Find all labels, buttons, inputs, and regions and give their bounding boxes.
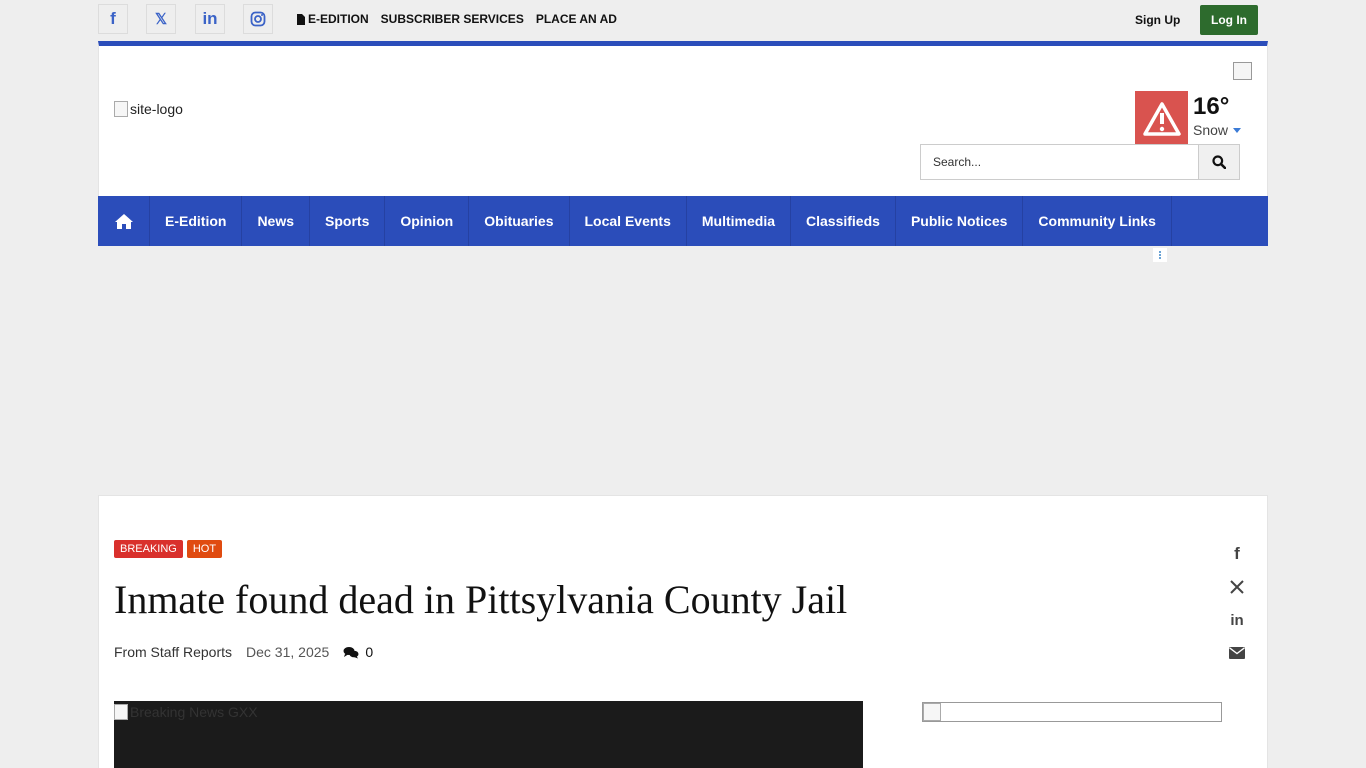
top-links: E-EDITION SUBSCRIBER SERVICES PLACE AN A… <box>297 12 617 26</box>
search-button[interactable] <box>1198 145 1239 179</box>
linkedin-icon[interactable]: in <box>195 4 225 34</box>
article-badges: BREAKING HOT <box>114 540 223 558</box>
nav-classifieds[interactable]: Classifieds <box>791 196 896 246</box>
article-author[interactable]: From Staff Reports <box>114 644 232 660</box>
badge-breaking[interactable]: BREAKING <box>114 540 183 558</box>
site-header: site-logo 16° Snow <box>98 41 1268 196</box>
home-icon <box>114 213 133 229</box>
article-hero-image[interactable]: Breaking News GXX <box>114 701 863 768</box>
main-nav: E-Edition News Sports Opinion Obituaries… <box>98 196 1268 246</box>
weather-temperature[interactable]: 16° <box>1193 93 1229 121</box>
sign-up-link[interactable]: Sign Up <box>1135 13 1180 27</box>
search-icon <box>1212 155 1226 169</box>
badge-hot[interactable]: HOT <box>186 540 223 558</box>
file-pdf-icon <box>297 13 305 25</box>
header-image <box>1233 62 1252 80</box>
top-bar: f 𝕏 in E-EDITION SUBSCRIBER SERVICES PLA… <box>98 0 1268 41</box>
nav-local-events[interactable]: Local Events <box>570 196 687 246</box>
nav-multimedia[interactable]: Multimedia <box>687 196 791 246</box>
subscriber-services-link[interactable]: SUBSCRIBER SERVICES <box>381 12 524 26</box>
comments-icon <box>343 646 359 658</box>
share-email-icon[interactable] <box>1227 643 1247 663</box>
search-box <box>920 144 1240 180</box>
article-card: BREAKING HOT Inmate found dead in Pittsy… <box>98 495 1268 768</box>
nav-opinion[interactable]: Opinion <box>385 196 470 246</box>
broken-image-icon <box>114 704 128 720</box>
nav-community-links[interactable]: Community Links <box>1023 196 1172 246</box>
share-x-icon[interactable] <box>1227 577 1247 597</box>
caret-down-icon <box>1233 127 1242 133</box>
weather-condition[interactable]: Snow <box>1193 122 1242 138</box>
nav-news[interactable]: News <box>242 196 311 246</box>
article-date: Dec 31, 2025 <box>246 644 330 660</box>
article-meta: From Staff Reports Dec 31, 2025 0 <box>114 644 373 660</box>
article-headline: Inmate found dead in Pittsylvania County… <box>114 577 848 622</box>
nav-sports[interactable]: Sports <box>310 196 386 246</box>
broken-image-icon <box>923 703 941 721</box>
broken-image-icon <box>114 101 128 117</box>
nav-home[interactable] <box>98 196 150 246</box>
log-in-button[interactable]: Log In <box>1200 5 1258 35</box>
instagram-icon[interactable] <box>243 4 273 34</box>
place-an-ad-link[interactable]: PLACE AN AD <box>536 12 617 26</box>
nav-obituaries[interactable]: Obituaries <box>469 196 570 246</box>
ad-options-icon[interactable] <box>1153 248 1167 262</box>
nav-e-edition[interactable]: E-Edition <box>150 196 243 246</box>
e-edition-link[interactable]: E-EDITION <box>297 12 369 26</box>
share-linkedin-icon[interactable]: in <box>1227 610 1247 630</box>
facebook-icon[interactable]: f <box>98 4 128 34</box>
hero-image-alt: Breaking News GXX <box>114 704 258 720</box>
weather-alert-icon[interactable] <box>1135 91 1188 146</box>
x-twitter-icon[interactable]: 𝕏 <box>146 4 176 34</box>
nav-public-notices[interactable]: Public Notices <box>896 196 1024 246</box>
site-logo[interactable]: site-logo <box>114 101 183 117</box>
comments-link[interactable]: 0 <box>343 644 373 660</box>
share-facebook-icon[interactable]: f <box>1227 544 1247 564</box>
search-input[interactable] <box>921 145 1198 179</box>
sidebar-ad-image[interactable] <box>922 702 1222 722</box>
